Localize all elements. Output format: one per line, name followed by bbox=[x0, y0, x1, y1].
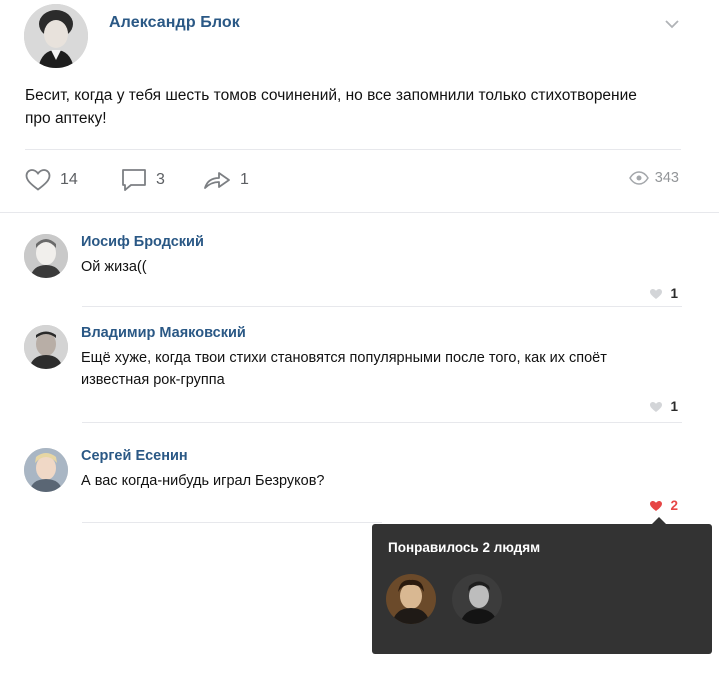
author-name[interactable]: Александр Блок bbox=[109, 14, 240, 32]
comment-like-count: 1 bbox=[670, 286, 678, 301]
divider bbox=[0, 212, 719, 213]
divider bbox=[82, 306, 682, 307]
likes-popup: Понравилось 2 людям bbox=[372, 517, 712, 654]
views-counter: 343 bbox=[628, 170, 679, 186]
comment-author[interactable]: Сергей Есенин bbox=[81, 448, 188, 464]
heart-icon bbox=[25, 169, 51, 191]
comment-count: 3 bbox=[156, 171, 165, 188]
comment-author[interactable]: Владимир Маяковский bbox=[81, 325, 246, 341]
heart-icon bbox=[650, 500, 663, 511]
share-button[interactable]: 1 bbox=[202, 168, 249, 192]
comment-button[interactable]: 3 bbox=[120, 168, 165, 192]
post-text: Бесит, когда у тебя шесть томов сочинени… bbox=[25, 87, 637, 127]
comment: Иосиф Бродский Ой жиза(( 1 bbox=[24, 234, 684, 304]
like-count: 14 bbox=[60, 171, 78, 188]
comment-icon bbox=[122, 169, 146, 191]
popup-arrow bbox=[651, 517, 667, 525]
comment-like-count: 1 bbox=[670, 399, 678, 414]
chevron-down-icon[interactable] bbox=[664, 18, 680, 30]
author-avatar[interactable] bbox=[24, 4, 88, 68]
comment-avatar[interactable] bbox=[24, 234, 68, 278]
comment-like-button[interactable]: 1 bbox=[649, 399, 678, 414]
comment-author[interactable]: Иосиф Бродский bbox=[81, 234, 204, 250]
comment: Владимир Маяковский Ещё хуже, когда твои… bbox=[24, 325, 684, 415]
share-count: 1 bbox=[240, 171, 249, 188]
comment-avatar[interactable] bbox=[24, 325, 68, 369]
comment-like-button[interactable]: 1 bbox=[649, 286, 678, 301]
comment-text: Ой жиза(( bbox=[81, 259, 147, 275]
like-button[interactable]: 14 bbox=[24, 168, 78, 192]
liker-avatar[interactable] bbox=[386, 574, 436, 624]
comment-avatar[interactable] bbox=[24, 448, 68, 492]
divider bbox=[25, 149, 681, 150]
comment-text: Ещё хуже, когда твои стихи становятся по… bbox=[81, 350, 607, 388]
views-count: 343 bbox=[654, 170, 679, 186]
divider bbox=[82, 522, 382, 523]
post-actions: 14 3 1 343 bbox=[22, 162, 687, 198]
heart-icon bbox=[650, 401, 663, 412]
popup-title[interactable]: Понравилось 2 людям bbox=[388, 540, 540, 555]
comment: Сергей Есенин А вас когда-нибудь играл Б… bbox=[24, 448, 684, 518]
comment-text: А вас когда-нибудь играл Безруков? bbox=[81, 473, 325, 489]
divider bbox=[82, 422, 682, 423]
share-icon bbox=[204, 172, 230, 189]
comment-like-count: 2 bbox=[670, 498, 678, 513]
post-header: Александр Блок bbox=[24, 4, 696, 68]
eye-icon bbox=[628, 171, 649, 185]
comment-like-button[interactable]: 2 bbox=[649, 498, 678, 513]
liker-avatar[interactable] bbox=[452, 574, 502, 624]
post-card: Александр Блок Бесит, когда у тебя шесть… bbox=[0, 0, 719, 690]
heart-icon bbox=[650, 288, 663, 299]
